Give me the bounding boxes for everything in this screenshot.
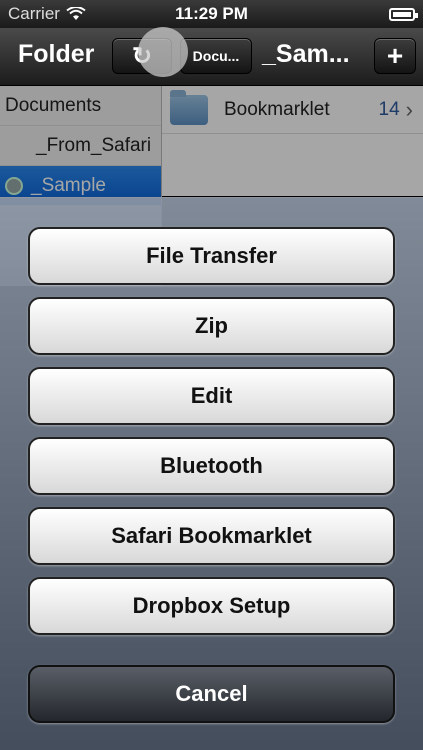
safari-bookmarklet-button[interactable]: Safari Bookmarklet	[28, 507, 395, 565]
bluetooth-button[interactable]: Bluetooth	[28, 437, 395, 495]
dropbox-setup-button[interactable]: Dropbox Setup	[28, 577, 395, 635]
battery-icon	[389, 7, 418, 21]
add-icon: +	[386, 40, 404, 71]
current-folder-title: _Sam...	[262, 40, 350, 68]
action-sheet: File Transfer Zip Edit Bluetooth Safari …	[0, 197, 423, 750]
status-time: 11:29 PM	[175, 4, 248, 23]
edit-button[interactable]: Edit	[28, 367, 395, 425]
toolbar-title: Folder	[18, 40, 95, 68]
toolbar: Folder ↻ Docu... _Sam... +	[0, 28, 423, 86]
zip-button[interactable]: Zip	[28, 297, 395, 355]
touch-indicator	[138, 27, 188, 77]
status-bar: Carrier 11:29 PM	[0, 0, 423, 28]
documents-button[interactable]: Docu...	[180, 38, 252, 74]
cancel-button[interactable]: Cancel	[28, 665, 395, 723]
file-transfer-button[interactable]: File Transfer	[28, 227, 395, 285]
add-button[interactable]: +	[374, 38, 416, 74]
